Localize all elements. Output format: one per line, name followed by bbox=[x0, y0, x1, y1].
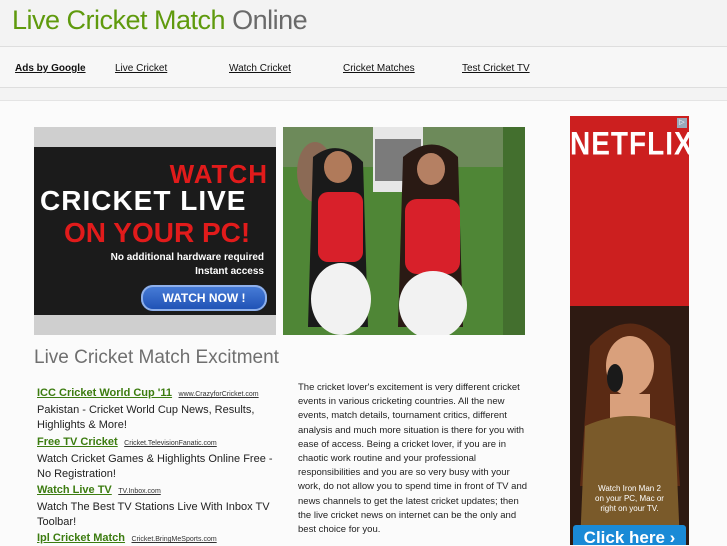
nav-test-cricket-tv[interactable]: Test Cricket TV bbox=[462, 63, 530, 74]
ad-caption-3: right on your TV. bbox=[600, 504, 659, 513]
click-here-button[interactable]: Click here › bbox=[573, 525, 686, 545]
nav-watch-cricket[interactable]: Watch Cricket bbox=[229, 63, 291, 74]
navbar: Ads by Google Live Cricket Watch Cricket… bbox=[0, 46, 727, 88]
photo-illustration bbox=[283, 127, 525, 335]
ad-description: Watch The Best TV Stations Live With Inb… bbox=[37, 501, 270, 528]
watch-cricket-banner[interactable]: WATCH CRICKET LIVE ON YOUR PC! No additi… bbox=[34, 127, 276, 335]
text-ad[interactable]: Ipl Cricket Match Cricket.BringMeSports.… bbox=[37, 528, 287, 546]
text-ad[interactable]: Free TV Cricket Cricket.TelevisionFanati… bbox=[37, 432, 287, 482]
ad-caption-1: Watch Iron Man 2 bbox=[598, 484, 661, 493]
ad-title-link[interactable]: Watch Live TV bbox=[37, 484, 112, 496]
banner-panel: WATCH CRICKET LIVE ON YOUR PC! No additi… bbox=[34, 147, 276, 315]
watch-now-button[interactable]: WATCH NOW ! bbox=[141, 285, 267, 311]
ad-title-link[interactable]: ICC Cricket World Cup '11 bbox=[37, 387, 172, 399]
ad-url-link[interactable]: Cricket.TelevisionFanatic.com bbox=[124, 440, 217, 447]
section-title: Live Cricket Match Excitment bbox=[34, 347, 279, 368]
article-body: The cricket lover's excitement is very d… bbox=[298, 382, 528, 536]
ad-caption-2: on your PC, Mac or bbox=[595, 494, 664, 503]
ad-url-link[interactable]: Cricket.BringMeSports.com bbox=[131, 536, 216, 543]
ad-description: Watch Cricket Games & Highlights Online … bbox=[37, 453, 273, 480]
banner-note-hardware: No additional hardware required bbox=[110, 252, 264, 263]
netflix-logo: NETFLIX bbox=[570, 125, 689, 162]
ad-title-link[interactable]: Free TV Cricket bbox=[37, 436, 118, 448]
site-title-main[interactable]: Live Cricket Match bbox=[12, 5, 226, 35]
site-title-suffix[interactable]: Online bbox=[232, 5, 308, 35]
ad-url-link[interactable]: TV.Inbox.com bbox=[118, 488, 161, 495]
nav-live-cricket[interactable]: Live Cricket bbox=[115, 63, 167, 74]
banner-headline-3: ON YOUR PC! bbox=[64, 217, 251, 248]
text-ad[interactable]: ICC Cricket World Cup '11 www.CrazyforCr… bbox=[37, 383, 287, 433]
netflix-ad-top: ▷ NETFLIX bbox=[570, 116, 689, 306]
netflix-skyscraper-ad[interactable]: ▷ NETFLIX Watch Iron Man 2 on your PC, M… bbox=[570, 116, 689, 545]
banner-headline-2: CRICKET LIVE bbox=[40, 185, 247, 216]
ad-description: Pakistan - Cricket World Cup News, Resul… bbox=[37, 404, 255, 431]
nav-cricket-matches[interactable]: Cricket Matches bbox=[343, 63, 415, 74]
ad-title-link[interactable]: Ipl Cricket Match bbox=[37, 532, 125, 544]
site-title[interactable]: Live Cricket Match Online bbox=[12, 5, 308, 36]
banner-note-access: Instant access bbox=[195, 266, 264, 277]
cricket-fans-photo bbox=[283, 127, 525, 335]
nav-ads-by-google[interactable]: Ads by Google bbox=[15, 63, 86, 74]
text-ad[interactable]: Watch Live TV TV.Inbox.com Watch The Bes… bbox=[37, 480, 287, 530]
ad-url-link[interactable]: www.CrazyforCricket.com bbox=[179, 391, 259, 398]
